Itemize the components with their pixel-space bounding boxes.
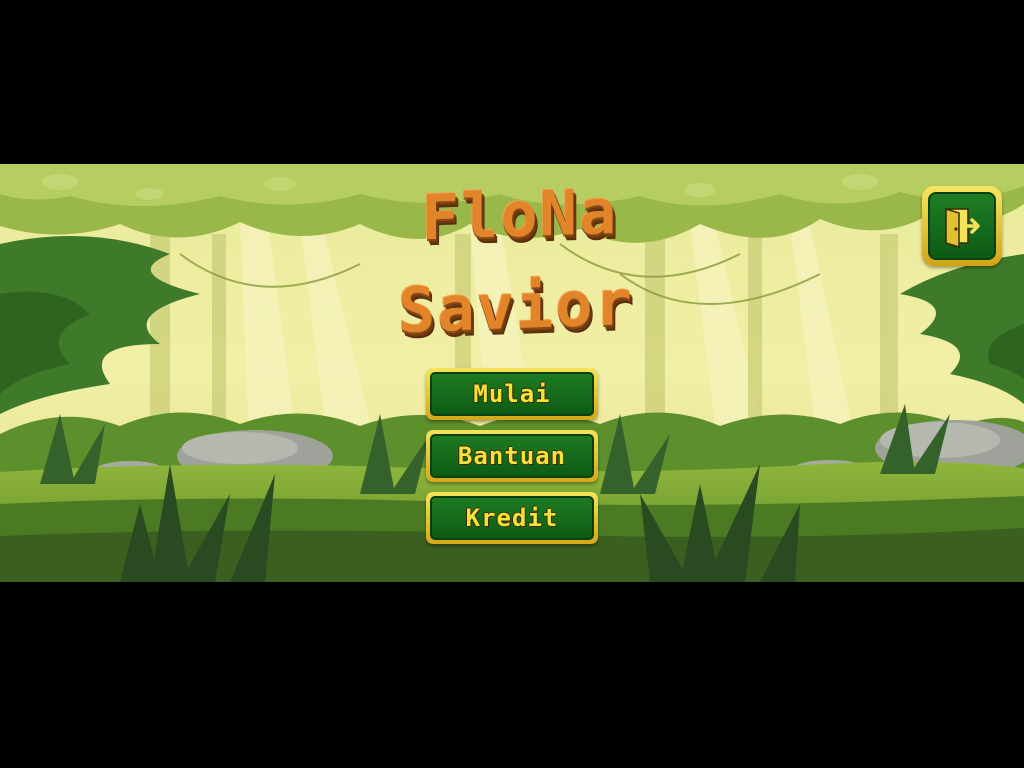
start-button[interactable]: Mulai	[426, 368, 598, 420]
credits-button[interactable]: Kredit	[426, 492, 598, 544]
exit-button[interactable]	[922, 186, 1002, 266]
game-screen: FloNa Savior Mulai Bantuan Kredit	[0, 164, 1024, 582]
exit-door-icon	[945, 207, 980, 249]
start-button-label: Mulai	[430, 372, 594, 416]
credits-button-label: Kredit	[430, 496, 594, 540]
help-button[interactable]: Bantuan	[426, 430, 598, 482]
help-button-label: Bantuan	[430, 434, 594, 478]
